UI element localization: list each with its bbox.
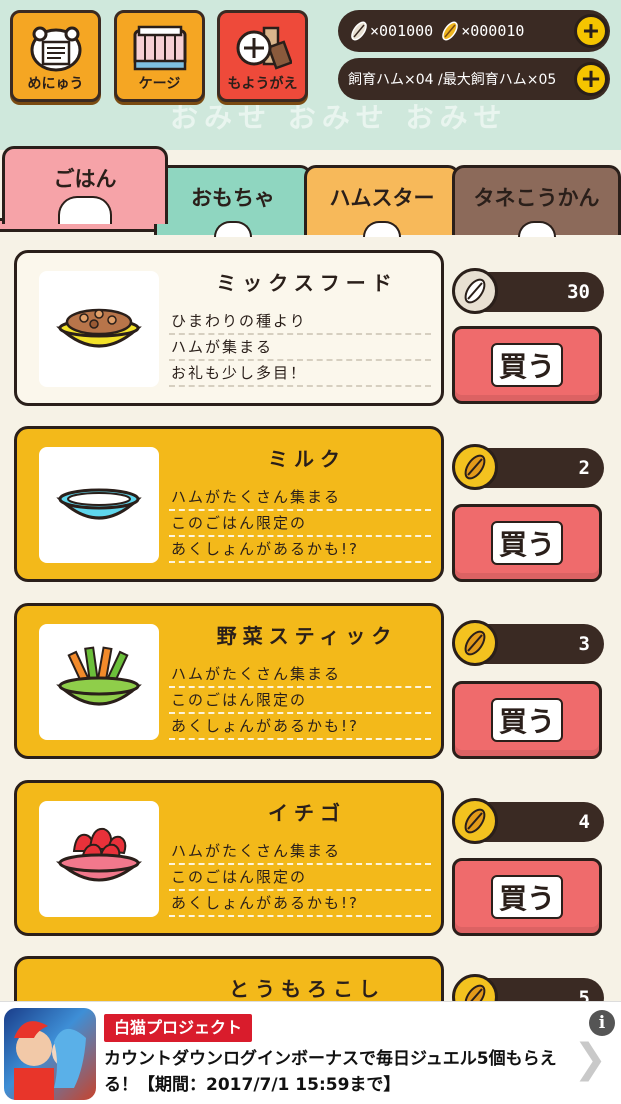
tab-toys[interactable]: おもちゃ (154, 165, 312, 237)
buy-button-label: 買う (490, 521, 563, 565)
ad-info-icon[interactable]: i (589, 1010, 615, 1036)
item-price: 2 (452, 444, 604, 490)
seed-count-value: ×001000 (370, 22, 434, 40)
hamster-face-icon (58, 196, 112, 224)
buy-button-label: 買う (490, 875, 563, 919)
item-desc-line: このごはん限定の (169, 511, 431, 537)
item-price-value: 30 (567, 281, 590, 303)
item-price-value: 3 (578, 633, 590, 655)
tab-food-label: ごはん (53, 167, 117, 191)
item-desc-line: あくしょんがあるかも!? (169, 891, 431, 917)
buy-button[interactable]: 買う (452, 681, 602, 759)
golden-seed-count-value: ×000010 (461, 22, 525, 40)
item-price: 4 (452, 798, 604, 844)
item-price: 3 (452, 620, 604, 666)
item-name: ミルク (268, 447, 346, 471)
remodel-button[interactable]: もようがえ (217, 10, 308, 102)
remodel-button-label: もようがえ (227, 76, 298, 92)
buy-button-label: 買う (490, 343, 563, 387)
item-price-value: 4 (578, 811, 590, 833)
item-description: ハムがたくさん集まる このごはん限定の あくしょんがあるかも!? (169, 839, 431, 917)
chevron-right-icon[interactable]: ❯ (573, 1036, 607, 1082)
item-desc-line: このごはん限定の (169, 865, 431, 891)
item-description: ハムがたくさん集まる このごはん限定の あくしょんがあるかも!? (169, 485, 431, 563)
capacity-bar: 飼育ハム×04 /最大飼育ハム×05 + (338, 58, 610, 100)
item-price: 30 (452, 268, 604, 314)
item-desc-line: ハムがたくさん集まる (169, 839, 431, 865)
hamster-capacity-text: 飼育ハム×04 /最大飼育ハム×05 (348, 72, 557, 88)
item-desc-line: ひまわりの種より (169, 309, 431, 335)
item-desc-line: あくしょんがあるかも!? (169, 537, 431, 563)
cage-button[interactable]: ケージ (114, 10, 205, 102)
mix-food-bowl-icon (39, 271, 159, 387)
shop-item-card[interactable]: イチゴ ハムがたくさん集まる このごはん限定の あくしょんがあるかも!? (14, 780, 444, 936)
buy-button[interactable]: 買う (452, 504, 602, 582)
currency-bar: ×001000 ×000010 + (338, 10, 610, 52)
golden-seed-icon (452, 798, 498, 844)
hamster-ears-icon (517, 221, 556, 237)
buy-button[interactable]: 買う (452, 326, 602, 404)
tab-toys-label: おもちゃ (191, 186, 275, 210)
ad-thumbnail-image[interactable] (4, 1008, 96, 1100)
hamster-menu-icon (27, 21, 85, 75)
shop-item-card[interactable]: ミルク ハムがたくさん集まる このごはん限定の あくしょんがあるかも!? (14, 426, 444, 582)
ad-banner[interactable]: 白猫プロジェクト カウントダウンログインボーナスで毎日ジュエル5個もらえる！【期… (0, 1001, 621, 1104)
add-capacity-button[interactable]: + (574, 62, 608, 96)
milk-bowl-icon (39, 447, 159, 563)
header-watermark: おみせ おみせ おみせ (170, 101, 508, 134)
item-desc-line: ハムがたくさん集まる (169, 485, 431, 511)
golden-seed-count: ×000010 (439, 20, 524, 42)
golden-seed-icon (452, 620, 498, 666)
cage-button-label: ケージ (138, 76, 181, 92)
hamster-ears-icon (214, 221, 252, 237)
menu-button-label: めにゅう (27, 76, 84, 92)
sunflower-seed-icon (452, 268, 498, 314)
tab-food[interactable]: ごはん (2, 146, 168, 224)
vegetable-sticks-bowl-icon (39, 624, 159, 740)
item-desc-line: ハムがたくさん集まる (169, 662, 431, 688)
item-desc-line: このごはん限定の (169, 688, 431, 714)
remodel-icon (234, 21, 292, 75)
ad-app-badge: 白猫プロジェクト (104, 1014, 253, 1042)
tab-hamster[interactable]: ハムスター (304, 165, 460, 237)
shop-item-card[interactable]: ミックスフード ひまわりの種より ハムが集まる お礼も少し多目！ (14, 250, 444, 406)
ad-text: カウントダウンログインボーナスで毎日ジュエル5個もらえる！【期間：2017/7/… (104, 1049, 557, 1095)
item-description: ハムがたくさん集まる このごはん限定の あくしょんがあるかも!? (169, 662, 431, 740)
buy-button[interactable]: 買う (452, 858, 602, 936)
tab-seed-exchange[interactable]: タネこうかん (452, 165, 621, 237)
buy-button-label: 買う (490, 698, 563, 742)
item-name: イチゴ (268, 801, 346, 825)
cage-icon (131, 21, 189, 75)
shop-header: おみせ おみせ おみせ めにゅう ケージ もようがえ ×001000 ×0000… (0, 0, 621, 150)
item-description: ひまわりの種より ハムが集まる お礼も少し多目！ (169, 309, 431, 387)
golden-seed-icon (452, 444, 498, 490)
item-name: ミックスフード (216, 271, 398, 295)
strawberry-bowl-icon (39, 801, 159, 917)
item-desc-line: ハムが集まる (169, 335, 431, 361)
sunflower-seed-icon (351, 21, 367, 41)
hamster-ears-icon (363, 221, 401, 237)
item-name: とうもろこし (229, 977, 385, 1001)
item-desc-line: お礼も少し多目！ (169, 361, 431, 387)
item-name: 野菜スティック (216, 624, 398, 648)
item-desc-line: あくしょんがあるかも!? (169, 714, 431, 740)
seed-count: ×001000 (348, 20, 433, 42)
golden-seed-icon (442, 21, 459, 41)
tab-seed-exchange-label: タネこうかん (473, 186, 600, 210)
shop-item-card[interactable]: 野菜スティック ハムがたくさん集まる このごはん限定の あくしょんがあるかも!? (14, 603, 444, 759)
add-currency-button[interactable]: + (574, 14, 608, 48)
item-price-value: 2 (578, 457, 590, 479)
menu-button[interactable]: めにゅう (10, 10, 101, 102)
tab-hamster-label: ハムスター (329, 186, 435, 210)
